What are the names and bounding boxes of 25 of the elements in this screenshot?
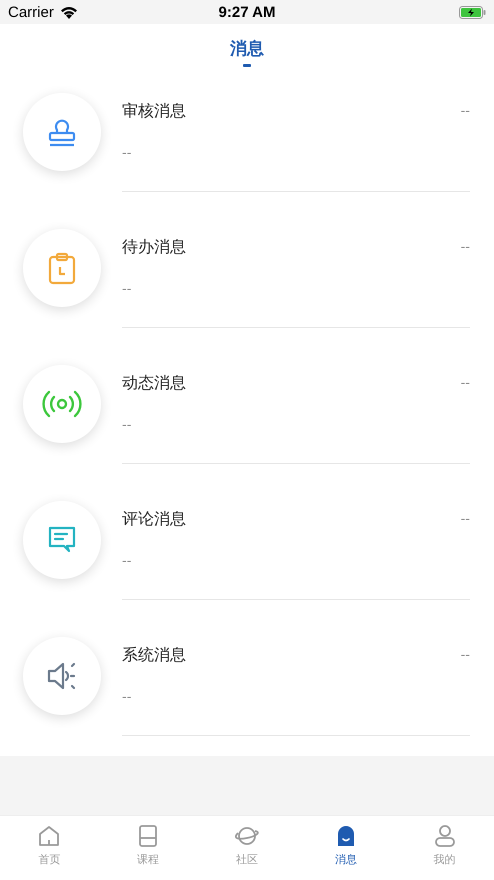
message-preview: --: [122, 690, 132, 705]
clock-time: 9:27 AM: [218, 4, 276, 20]
message-time: --: [460, 648, 470, 662]
message-title[interactable]: 审核消息: [122, 100, 186, 122]
message-time: --: [460, 512, 470, 526]
person-icon: [432, 824, 457, 848]
carrier-label: Carrier: [8, 4, 54, 20]
message-preview: --: [122, 554, 132, 569]
message-title[interactable]: 动态消息: [122, 372, 186, 394]
message-time: --: [460, 104, 470, 118]
tab-item[interactable]: 消息: [296, 816, 396, 880]
page-title: 消息: [230, 38, 264, 60]
planet-icon: [232, 824, 261, 848]
wifi-icon: [60, 6, 78, 18]
title-indicator: [243, 64, 251, 67]
message-time: --: [460, 240, 470, 254]
message-title[interactable]: 系统消息: [122, 644, 186, 666]
message-preview: --: [122, 146, 132, 161]
message-title[interactable]: 评论消息: [122, 508, 186, 530]
battery-icon: [459, 6, 486, 18]
home-icon: [37, 824, 62, 848]
message-preview: --: [122, 282, 132, 297]
message-time: --: [460, 376, 470, 390]
message-title[interactable]: 待办消息: [122, 236, 186, 258]
message-preview: --: [122, 418, 132, 433]
